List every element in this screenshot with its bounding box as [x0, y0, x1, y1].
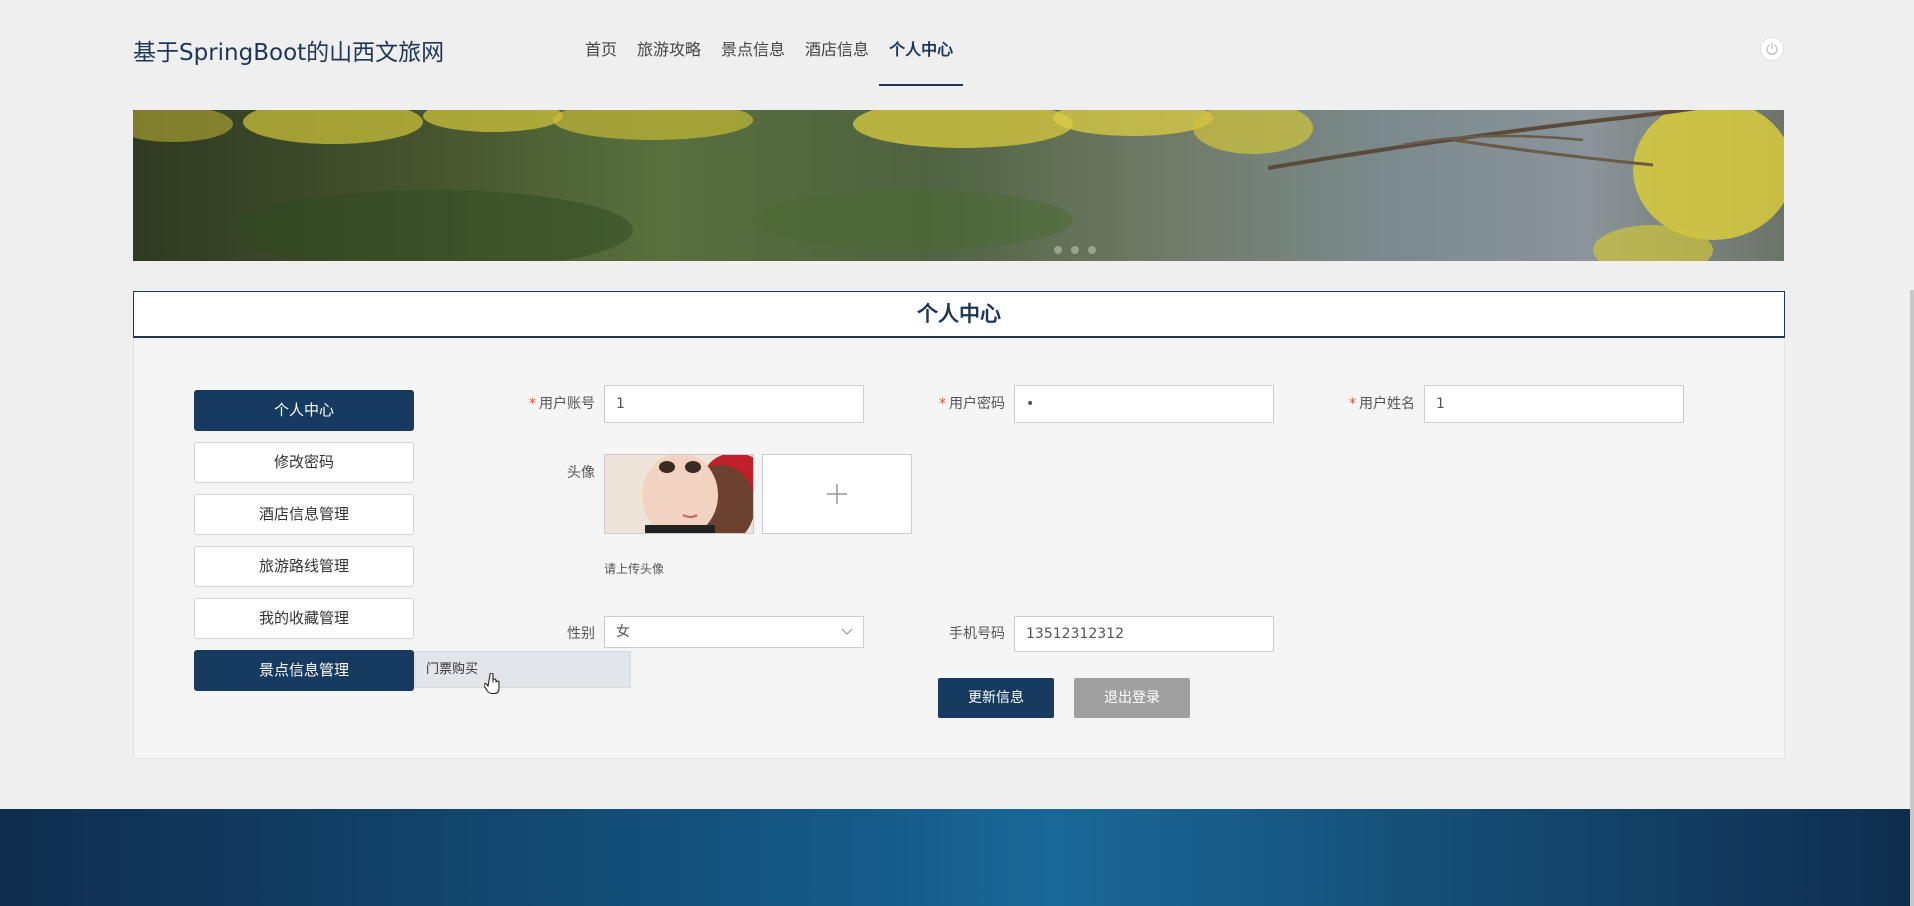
avatar-hint: 请上传头像 — [604, 562, 665, 576]
update-info-button[interactable]: 更新信息 — [938, 678, 1054, 718]
main-nav: 首页 旅游攻略 景点信息 酒店信息 个人中心 — [575, 0, 964, 86]
menu-hotel-management[interactable]: 酒店信息管理 — [194, 494, 414, 535]
username-label-text: 用户账号 — [539, 396, 595, 412]
scrollbar[interactable] — [1910, 290, 1914, 906]
banner-image — [133, 110, 1784, 261]
phone-field[interactable]: 13512312312 — [1014, 616, 1274, 652]
power-button[interactable] — [1760, 37, 1784, 61]
banner-carousel[interactable] — [133, 110, 1784, 261]
chevron-down-icon — [841, 628, 853, 635]
carousel-dot[interactable] — [1088, 246, 1096, 254]
password-label: * 用户密码 — [939, 396, 1005, 412]
site-title: 基于SpringBoot的山西文旅网 — [133, 40, 445, 66]
menu-attraction-management[interactable]: 景点信息管理 — [194, 650, 414, 691]
carousel-dot[interactable] — [1071, 246, 1079, 254]
nav-travel-guide[interactable]: 旅游攻略 — [627, 0, 711, 86]
avatar-image[interactable] — [604, 454, 754, 534]
carousel-dots — [1054, 246, 1096, 254]
menu-favorites-management[interactable]: 我的收藏管理 — [194, 598, 414, 639]
menu-route-management[interactable]: 旅游路线管理 — [194, 546, 414, 587]
phone-label: 手机号码 — [949, 626, 1005, 642]
hand-cursor-icon — [484, 673, 500, 695]
carousel-dot[interactable] — [1054, 246, 1062, 254]
panel-title: 个人中心 — [133, 291, 1785, 338]
username-field[interactable]: 1 — [604, 385, 864, 423]
menu-change-password[interactable]: 修改密码 — [194, 442, 414, 483]
name-label-text: 用户姓名 — [1359, 396, 1415, 412]
avatar-upload-button[interactable] — [762, 454, 912, 534]
name-field[interactable]: 1 — [1424, 385, 1684, 423]
gender-select[interactable]: 女 — [604, 616, 864, 648]
nav-profile[interactable]: 个人中心 — [879, 0, 964, 86]
power-icon — [1766, 42, 1778, 56]
footer — [0, 809, 1914, 906]
gender-label: 性别 — [567, 626, 595, 642]
avatar-picture — [605, 455, 753, 533]
avatar-label: 头像 — [567, 465, 595, 481]
nav-hotels[interactable]: 酒店信息 — [795, 0, 879, 86]
plus-icon — [827, 484, 847, 504]
submenu-ticket-purchase[interactable]: 门票购买 — [414, 651, 631, 688]
nav-home[interactable]: 首页 — [575, 0, 627, 86]
name-label: * 用户姓名 — [1349, 396, 1415, 412]
username-label: * 用户账号 — [529, 396, 595, 412]
logout-button[interactable]: 退出登录 — [1074, 678, 1190, 718]
password-field[interactable]: • — [1014, 385, 1274, 423]
password-label-text: 用户密码 — [949, 396, 1005, 412]
nav-attractions[interactable]: 景点信息 — [711, 0, 795, 86]
gender-value: 女 — [616, 624, 630, 640]
menu-profile[interactable]: 个人中心 — [194, 390, 414, 431]
